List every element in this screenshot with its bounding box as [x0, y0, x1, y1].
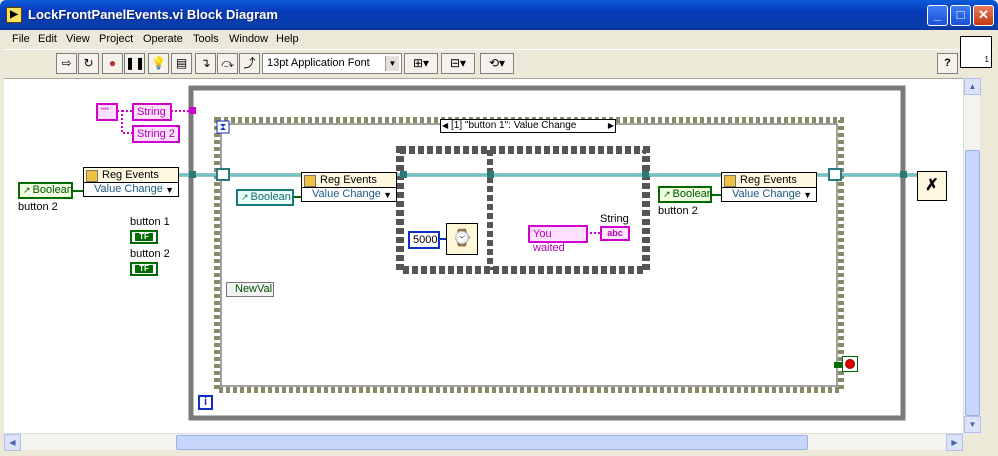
button2-label: button 2 — [130, 248, 170, 260]
step-out-button[interactable]: ⤴ — [239, 53, 260, 74]
run-button[interactable]: ⇨ — [56, 53, 77, 74]
inner-reg-events-option: Value Change — [312, 188, 381, 200]
loop-tunnel-right — [900, 171, 907, 178]
distribute-objects-button[interactable]: ⊟▾ — [441, 53, 475, 74]
right-reg-events-option: Value Change — [732, 188, 801, 200]
button2-terminal[interactable] — [130, 262, 158, 276]
menu-tools[interactable]: Tools — [193, 33, 219, 45]
unregister-events-icon[interactable]: ✗ — [917, 171, 947, 201]
button1-terminal[interactable] — [130, 230, 158, 244]
reg-events-node-right[interactable]: Reg Events Value Change ▼ — [721, 172, 817, 202]
loop-tunnel-left — [189, 171, 196, 178]
scroll-corner — [963, 433, 980, 450]
scroll-right-icon[interactable]: ▶ — [946, 434, 963, 451]
menu-edit[interactable]: Edit — [38, 33, 57, 45]
reg-events-option: Value Change — [94, 183, 163, 195]
string-constant-1[interactable]: String — [132, 103, 172, 121]
menu-operate[interactable]: Operate — [143, 33, 183, 45]
empty-string-constant[interactable]: "" — [96, 103, 118, 121]
block-diagram-canvas[interactable]: "" String String 2 Boolean button 2 Reg … — [4, 78, 963, 433]
menu-help[interactable]: Help — [276, 33, 299, 45]
highlight-execution-button[interactable]: 💡 — [148, 53, 169, 74]
right-reg-events-title: Reg Events — [722, 173, 816, 188]
previous-case-icon[interactable]: ◀ — [442, 120, 448, 132]
event-case-selector-text: [1] "button 1": Value Change — [451, 120, 577, 131]
menu-window[interactable]: Window — [229, 33, 268, 45]
stop-tunnel — [834, 362, 842, 368]
you-waited-constant[interactable]: You waited — [528, 225, 588, 254]
maximize-button[interactable]: □ — [950, 5, 971, 26]
context-help-button[interactable]: ? — [937, 53, 958, 74]
string-1-text: String — [137, 106, 166, 118]
string-2-text: String 2 — [137, 128, 175, 140]
font-select-value: 13pt Application Font — [267, 57, 370, 69]
wait-ms-function-icon[interactable]: ⌚ — [446, 223, 478, 255]
menu-file[interactable]: File — [12, 33, 30, 45]
chevron-down-icon: ▼ — [383, 190, 392, 200]
menu-project[interactable]: Project — [99, 33, 133, 45]
align-objects-button[interactable]: ⊞▾ — [404, 53, 438, 74]
reg-events-node-left[interactable]: Reg Events Value Change ▼ — [83, 167, 179, 197]
menu-bar: File Edit View Project Operate Tools Win… — [4, 30, 994, 49]
inner-boolean-reference[interactable]: Boolean — [236, 189, 294, 206]
empty-string-text: "" — [101, 106, 109, 118]
retain-wire-values-button[interactable]: ▤ — [171, 53, 192, 74]
wait-ms-text: 5000 — [413, 234, 438, 246]
boolean-reference-button2[interactable]: Boolean — [18, 182, 73, 199]
reorder-button[interactable]: ⟲▾ — [480, 53, 514, 74]
window-title: LockFrontPanelEvents.vi Block Diagram — [28, 7, 278, 22]
button1-label: button 1 — [130, 216, 170, 228]
scroll-down-icon[interactable]: ▼ — [964, 416, 981, 433]
right-boolean-reference[interactable]: Boolean — [658, 186, 713, 203]
step-over-button[interactable]: ⤼ — [217, 53, 238, 74]
minimize-button[interactable]: _ — [927, 5, 948, 26]
run-continuously-button[interactable]: ↻ — [78, 53, 99, 74]
reg-events-node-inner[interactable]: Reg Events Value Change ▼ — [301, 172, 397, 202]
loop-tunnel-string — [189, 107, 196, 114]
reg-events-title: Reg Events — [84, 168, 178, 183]
boolean-ref-text: Boolean — [32, 184, 73, 196]
stop-condition-terminal[interactable] — [842, 356, 858, 372]
string-constant-2[interactable]: String 2 — [132, 125, 180, 143]
abort-button[interactable]: ● — [102, 53, 123, 74]
horizontal-scroll-thumb[interactable] — [176, 435, 808, 450]
string-indicator-icon: abc — [607, 228, 623, 238]
chevron-down-icon: ▼ — [385, 56, 399, 71]
menu-view[interactable]: View — [66, 33, 90, 45]
you-waited-text: You waited — [533, 228, 565, 254]
newval-text: NewVal — [235, 283, 273, 295]
vertical-scrollbar[interactable]: ▲ ▼ — [963, 78, 981, 433]
string-indicator-label: String — [600, 213, 629, 225]
title-bar: ▶ LockFrontPanelEvents.vi Block Diagram … — [0, 0, 998, 30]
step-into-button[interactable]: ↴ — [195, 53, 216, 74]
close-button[interactable]: ✕ — [973, 5, 994, 26]
toolbar: ⇨ ↻ ● ❚❚ 💡 ▤ ↴ ⤼ ⤴ 13pt Application Font… — [4, 49, 994, 77]
vi-icon[interactable]: 1 — [960, 36, 992, 68]
vertical-scroll-thumb[interactable] — [965, 150, 980, 416]
sequence-frame — [396, 146, 650, 274]
newval-event-data-node[interactable]: NewVal — [226, 282, 274, 297]
event-case-selector[interactable]: [1] "button 1": Value Change ◀ ▶ — [440, 119, 616, 133]
pause-button[interactable]: ❚❚ — [124, 53, 145, 74]
labview-app-icon: ▶ — [6, 7, 22, 23]
inner-boolean-text: Boolean — [250, 191, 291, 203]
loop-iteration-terminal[interactable]: i — [198, 395, 213, 410]
boolean-caption: button 2 — [18, 201, 58, 213]
stop-icon — [845, 359, 855, 369]
right-boolean-caption: button 2 — [658, 205, 698, 217]
chevron-down-icon: ▼ — [165, 185, 174, 195]
inner-reg-events-title: Reg Events — [302, 173, 396, 188]
horizontal-scrollbar[interactable]: ◀ ▶ — [4, 433, 963, 451]
scroll-up-icon[interactable]: ▲ — [964, 78, 981, 95]
scroll-left-icon[interactable]: ◀ — [4, 434, 21, 451]
next-case-icon[interactable]: ▶ — [608, 120, 614, 132]
right-boolean-text: Boolean — [672, 188, 713, 200]
chevron-down-icon: ▼ — [803, 190, 812, 200]
string-indicator-terminal[interactable]: abc — [600, 226, 630, 241]
font-select[interactable]: 13pt Application Font ▼ — [262, 53, 402, 74]
wait-ms-constant[interactable]: 5000 — [408, 231, 440, 249]
vi-icon-number: 1 — [984, 55, 989, 64]
